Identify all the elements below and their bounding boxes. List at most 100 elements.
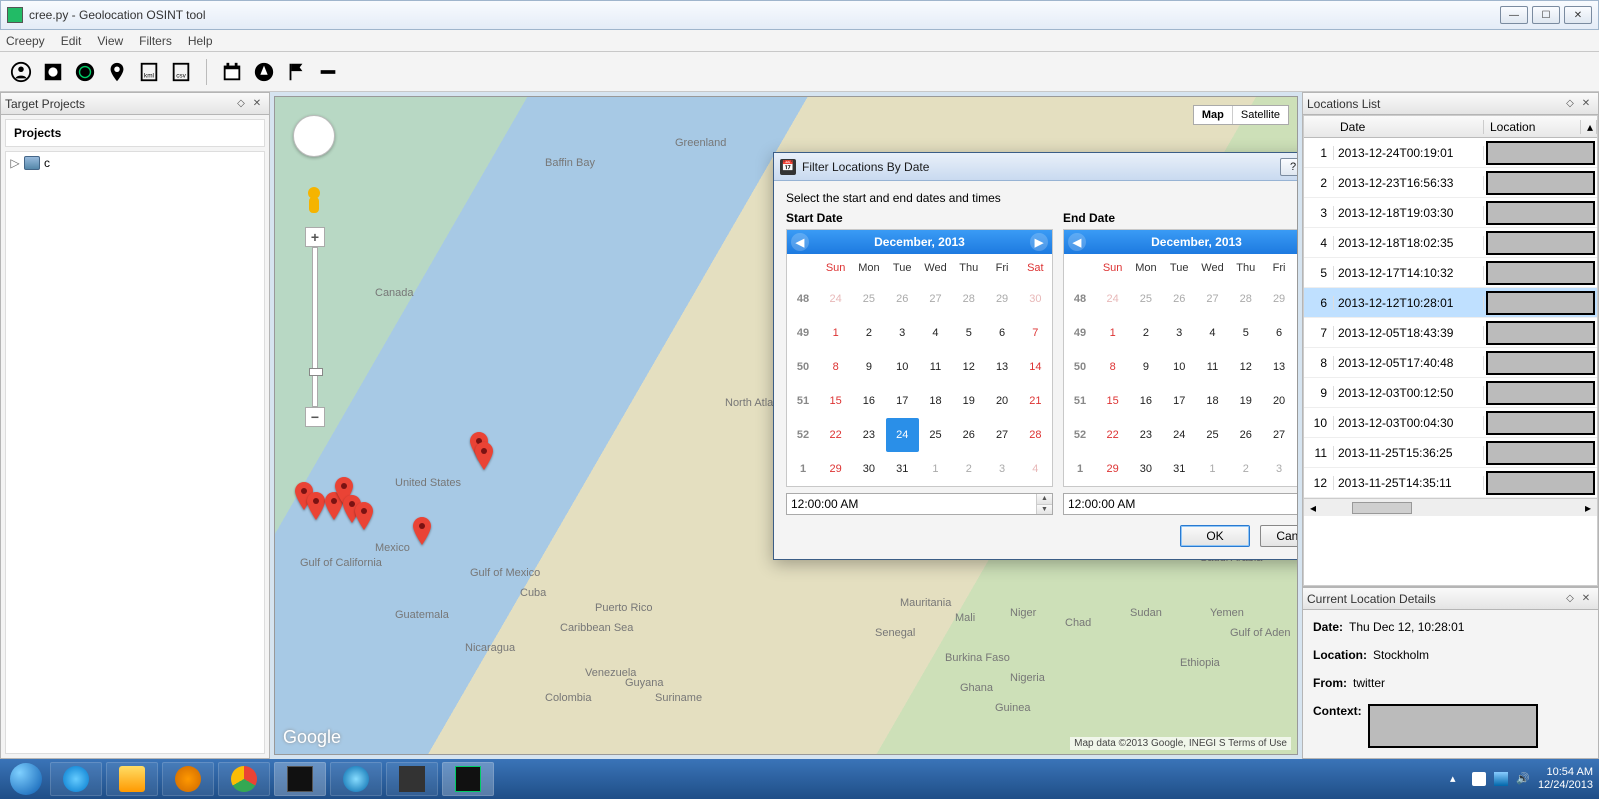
calendar-day[interactable]: 7: [1296, 316, 1298, 350]
table-row[interactable]: 52013-12-17T14:10:32: [1304, 258, 1597, 288]
window-minimize-button[interactable]: —: [1500, 6, 1528, 24]
calendar-prev-button[interactable]: ◀: [791, 233, 809, 251]
toolbar-date-filter-button[interactable]: [219, 59, 245, 85]
table-row[interactable]: 122013-11-25T14:35:11: [1304, 468, 1597, 498]
map-type-map[interactable]: Map: [1194, 106, 1232, 124]
calendar-day[interactable]: 2: [952, 452, 985, 486]
calendar-day[interactable]: 9: [852, 350, 885, 384]
cancel-button[interactable]: Cancel: [1260, 525, 1298, 547]
table-header[interactable]: Date Location ▴: [1304, 116, 1597, 138]
calendar-day[interactable]: 20: [985, 384, 1018, 418]
calendar-day[interactable]: 13: [985, 350, 1018, 384]
calendar-day[interactable]: 14: [1019, 350, 1052, 384]
zoom-slider[interactable]: [312, 247, 318, 407]
calendar-day[interactable]: 7: [1019, 316, 1052, 350]
calendar-day[interactable]: 3: [985, 452, 1018, 486]
tray-network-icon[interactable]: [1494, 772, 1508, 786]
calendar-day[interactable]: 25: [852, 282, 885, 316]
calendar-day[interactable]: 26: [952, 418, 985, 452]
calendar-day[interactable]: 20: [1262, 384, 1295, 418]
toolbar-analyze-button[interactable]: [72, 59, 98, 85]
calendar-day[interactable]: 28: [1019, 418, 1052, 452]
horizontal-scrollbar[interactable]: ◂ ▸: [1304, 498, 1597, 516]
table-row[interactable]: 72013-12-05T18:43:39: [1304, 318, 1597, 348]
calendar-day[interactable]: 2: [1229, 452, 1262, 486]
map-type-satellite[interactable]: Satellite: [1232, 106, 1288, 124]
calendar-day[interactable]: 24: [1163, 418, 1196, 452]
calendar-day[interactable]: 31: [1163, 452, 1196, 486]
panel-close-icon[interactable]: ✕: [1578, 97, 1594, 111]
scrollbar-thumb[interactable]: [1352, 502, 1412, 514]
calendar-day[interactable]: 30: [1129, 452, 1162, 486]
calendar-day[interactable]: 14: [1296, 350, 1298, 384]
toolbar-pin-button[interactable]: [104, 59, 130, 85]
table-row[interactable]: 32013-12-18T19:03:30: [1304, 198, 1597, 228]
tray-action-center-icon[interactable]: [1472, 772, 1486, 786]
calendar-month-label[interactable]: December, 2013: [1151, 235, 1242, 249]
calendar-day[interactable]: 22: [1096, 418, 1129, 452]
table-row[interactable]: 62013-12-12T10:28:01: [1304, 288, 1597, 318]
calendar-day[interactable]: 24: [819, 282, 852, 316]
calendar-day[interactable]: 2: [852, 316, 885, 350]
calendar-day[interactable]: 8: [819, 350, 852, 384]
calendar-day[interactable]: 18: [1196, 384, 1229, 418]
calendar-day[interactable]: 15: [819, 384, 852, 418]
calendar-day[interactable]: 1: [1196, 452, 1229, 486]
calendar-day[interactable]: 23: [1129, 418, 1162, 452]
map-marker-icon[interactable]: [413, 517, 431, 545]
map-marker-icon[interactable]: [355, 502, 373, 530]
calendar-day[interactable]: 28: [1296, 418, 1298, 452]
calendar-day[interactable]: 27: [1262, 418, 1295, 452]
zoom-thumb[interactable]: [309, 368, 323, 376]
calendar-day[interactable]: 24: [886, 418, 919, 452]
taskbar-cmd[interactable]: [274, 762, 326, 796]
tray-show-hidden-icon[interactable]: ▴: [1450, 772, 1464, 786]
streetview-pegman-icon[interactable]: [305, 187, 323, 215]
calendar-day[interactable]: 12: [952, 350, 985, 384]
calendar-day[interactable]: 25: [919, 418, 952, 452]
calendar-prev-button[interactable]: ◀: [1068, 233, 1086, 251]
tray-volume-icon[interactable]: 🔊: [1516, 772, 1530, 786]
calendar-day[interactable]: 30: [852, 452, 885, 486]
calendar-day[interactable]: 16: [852, 384, 885, 418]
scroll-up-icon[interactable]: ▴: [1581, 120, 1597, 134]
calendar-day[interactable]: 15: [1096, 384, 1129, 418]
calendar-day[interactable]: 23: [852, 418, 885, 452]
calendar-day[interactable]: 28: [952, 282, 985, 316]
calendar-day[interactable]: 24: [1096, 282, 1129, 316]
spinner-down-icon[interactable]: ▼: [1037, 504, 1052, 515]
calendar-day[interactable]: 11: [1196, 350, 1229, 384]
calendar-month-label[interactable]: December, 2013: [874, 235, 965, 249]
taskbar-app-2[interactable]: [386, 762, 438, 796]
panel-undock-icon[interactable]: ◇: [233, 97, 249, 111]
calendar-day[interactable]: 29: [985, 282, 1018, 316]
calendar-day[interactable]: 3: [1262, 452, 1295, 486]
calendar-day[interactable]: 17: [886, 384, 919, 418]
menu-filters[interactable]: Filters: [139, 34, 172, 48]
taskbar-app-1[interactable]: [330, 762, 382, 796]
calendar-day[interactable]: 13: [1262, 350, 1295, 384]
calendar-day[interactable]: 6: [985, 316, 1018, 350]
end-time-field[interactable]: [1064, 494, 1298, 514]
calendar-day[interactable]: 18: [919, 384, 952, 418]
window-maximize-button[interactable]: ☐: [1532, 6, 1560, 24]
dialog-help-button[interactable]: ?: [1280, 158, 1298, 176]
map-pan-control[interactable]: [293, 115, 335, 157]
calendar-day[interactable]: 22: [819, 418, 852, 452]
table-row[interactable]: 102013-12-03T00:04:30: [1304, 408, 1597, 438]
map-marker-icon[interactable]: [307, 492, 325, 520]
taskbar-creepy[interactable]: [442, 762, 494, 796]
toolbar-target-button[interactable]: [40, 59, 66, 85]
toolbar-export-csv-button[interactable]: csv: [168, 59, 194, 85]
calendar-day[interactable]: 10: [886, 350, 919, 384]
calendar-day[interactable]: 4: [1196, 316, 1229, 350]
calendar-day[interactable]: 29: [1096, 452, 1129, 486]
start-time-field[interactable]: [787, 494, 1036, 514]
calendar-day[interactable]: 27: [919, 282, 952, 316]
calendar-day[interactable]: 27: [1196, 282, 1229, 316]
panel-close-icon[interactable]: ✕: [1578, 592, 1594, 606]
start-time-input[interactable]: ▲▼: [786, 493, 1053, 515]
calendar-day[interactable]: 26: [1163, 282, 1196, 316]
calendar-day[interactable]: 30: [1019, 282, 1052, 316]
taskbar-ie[interactable]: [50, 762, 102, 796]
